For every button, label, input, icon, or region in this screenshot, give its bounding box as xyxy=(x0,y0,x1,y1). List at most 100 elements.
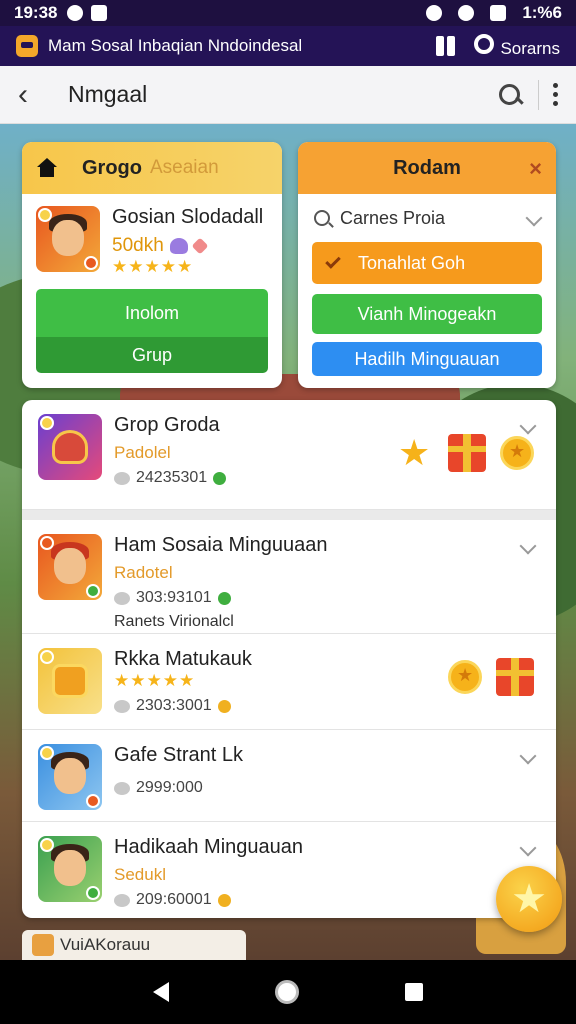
star-icon: ★ xyxy=(511,877,547,921)
list-item[interactable]: Gafe Strant Lk 2999:000 xyxy=(22,730,556,822)
comment-icon xyxy=(114,781,130,795)
list-item[interactable]: Grop Groda Padolel 24235301 ★ xyxy=(22,400,556,510)
price-text: 50dkh xyxy=(112,235,164,256)
coin-icon xyxy=(217,699,231,713)
list-item-tag: Sedukl xyxy=(114,865,166,884)
game-avatar xyxy=(38,744,102,810)
nav-recents-icon[interactable] xyxy=(405,983,423,1001)
gift-icon xyxy=(496,658,534,696)
list-item[interactable]: Hadikaah Minguauan Sedukl 209:60001 xyxy=(22,822,556,918)
comment-icon xyxy=(114,591,130,605)
gift-icon xyxy=(448,434,486,472)
group-card-title: Grogo xyxy=(82,156,142,179)
coin-icon xyxy=(448,660,482,694)
comment-icon xyxy=(114,893,130,907)
dropdown-value: Carnes Proia xyxy=(340,207,446,228)
list-item-tag: Padolel xyxy=(114,443,171,462)
list-item-count: 2999:000 xyxy=(114,779,243,797)
account-name: Sorarns xyxy=(500,38,560,58)
message-icon xyxy=(91,5,108,21)
coin-icon xyxy=(217,893,231,907)
coin-icon xyxy=(213,471,227,485)
chevron-down-icon[interactable] xyxy=(519,839,537,857)
game-avatar xyxy=(38,648,102,714)
games-dropdown[interactable]: Carnes Proia xyxy=(298,194,556,242)
list-item[interactable]: Rkka Matukauk ★★★★★ 2303:3001 xyxy=(22,634,556,730)
comment-icon xyxy=(114,699,130,713)
list-item-name: Grop Groda xyxy=(114,414,220,436)
random-card: Rodam × Carnes Proia Tonahlat Goh Vianh … xyxy=(298,142,556,388)
list-item-meta: Grop Groda Padolel 24235301 xyxy=(114,414,227,495)
battery-level: 1:%6 xyxy=(522,3,562,22)
list-item-name: Gafe Strant Lk xyxy=(114,744,243,766)
group-button[interactable]: Grup xyxy=(36,337,268,373)
peek-chip[interactable]: VuiAKorauu xyxy=(22,930,246,960)
search-icon[interactable] xyxy=(498,83,522,107)
check-icon xyxy=(325,253,341,269)
count-text: 209:60001 xyxy=(136,891,212,908)
chevron-left-icon[interactable]: ‹ xyxy=(18,78,54,112)
count-text: 303:93101 xyxy=(136,589,212,606)
page-title: Nmgaal xyxy=(68,81,148,107)
list-item-count: 2303:3001 xyxy=(114,697,252,715)
notification-controls: Sorarns xyxy=(436,33,560,59)
toolbar-divider xyxy=(538,79,539,110)
option-button-3[interactable]: Hadilh Minguauan xyxy=(312,342,542,376)
reward-icons: ★ xyxy=(398,434,534,472)
list-item-name: Hadikaah Minguauan xyxy=(114,836,304,858)
featured-game-info: Gosian Slodadall 50dkh ★★★★★ xyxy=(112,206,263,277)
option-button-2[interactable]: Vianh Minogeakn xyxy=(312,294,542,334)
list-item-name: Rkka Matukauk xyxy=(114,648,252,670)
list-item-extra: Ranets Virionalcl xyxy=(114,613,234,630)
featured-game-price: 50dkh xyxy=(112,235,263,257)
game-avatar xyxy=(38,414,102,480)
chevron-down-icon[interactable] xyxy=(519,417,537,435)
sparkle-icon xyxy=(191,237,209,255)
featured-game[interactable]: Gosian Slodadall 50dkh ★★★★★ xyxy=(22,194,282,277)
game-list: Grop Groda Padolel 24235301 ★ Ham Sosaia… xyxy=(22,400,556,918)
random-card-title: Rodam xyxy=(393,156,461,179)
close-icon[interactable]: × xyxy=(529,156,542,182)
favorite-fab[interactable]: ★ xyxy=(496,866,562,932)
peek-chip-label: VuiAKorauu xyxy=(60,935,151,954)
group-card-subtitle: Aseaian xyxy=(150,157,219,178)
more-vert-icon[interactable] xyxy=(553,83,558,106)
signal-icon xyxy=(490,5,507,21)
list-item-count: 303:93101 xyxy=(114,589,327,607)
alarm-icon xyxy=(426,5,443,21)
search-icon xyxy=(314,210,330,226)
chevron-down-icon[interactable] xyxy=(519,537,537,555)
chevron-down-icon xyxy=(525,209,543,227)
list-item-count: 24235301 xyxy=(114,469,227,487)
game-avatar xyxy=(38,836,102,902)
media-notification[interactable]: Mam Sosal Inbaqian Nndoindesal Sorarns xyxy=(0,26,576,66)
game-avatar xyxy=(38,534,102,600)
account-icon xyxy=(474,33,495,54)
status-bar: 19:38 1:%6 xyxy=(0,0,576,26)
nav-home-icon[interactable] xyxy=(275,980,299,1004)
notification-app-name: Mam Sosal Inbaqian Nndoindesal xyxy=(48,36,303,55)
home-icon[interactable] xyxy=(36,158,58,178)
list-item-name: Ham Sosaia Minguuaan xyxy=(114,534,328,556)
status-right: 1:%6 xyxy=(426,3,562,23)
account-chip[interactable]: Sorarns xyxy=(474,33,560,59)
coin-icon xyxy=(500,436,534,470)
list-item[interactable]: Ham Sosaia Minguuaan Radotel 303:93101 R… xyxy=(22,520,556,634)
comment-icon xyxy=(114,471,130,485)
rating-stars: ★★★★★ xyxy=(112,257,194,276)
count-text: 2303:3001 xyxy=(136,697,212,714)
list-item-meta: Rkka Matukauk ★★★★★ 2303:3001 xyxy=(114,648,252,715)
option-1-label: Tonahlat Goh xyxy=(358,252,466,273)
join-button[interactable]: Inolom xyxy=(36,289,268,337)
coin-icon xyxy=(217,591,231,605)
chip-avatar xyxy=(32,934,54,956)
option-button-1[interactable]: Tonahlat Goh xyxy=(312,242,542,284)
section-divider xyxy=(22,510,556,520)
pause-icon[interactable] xyxy=(436,36,456,56)
reward-icons xyxy=(448,658,534,696)
chevron-down-icon[interactable] xyxy=(519,747,537,765)
count-text: 2999:000 xyxy=(136,779,203,796)
wifi-icon xyxy=(458,5,475,21)
nav-back-icon[interactable] xyxy=(153,982,169,1002)
system-nav-bar xyxy=(0,960,576,1024)
